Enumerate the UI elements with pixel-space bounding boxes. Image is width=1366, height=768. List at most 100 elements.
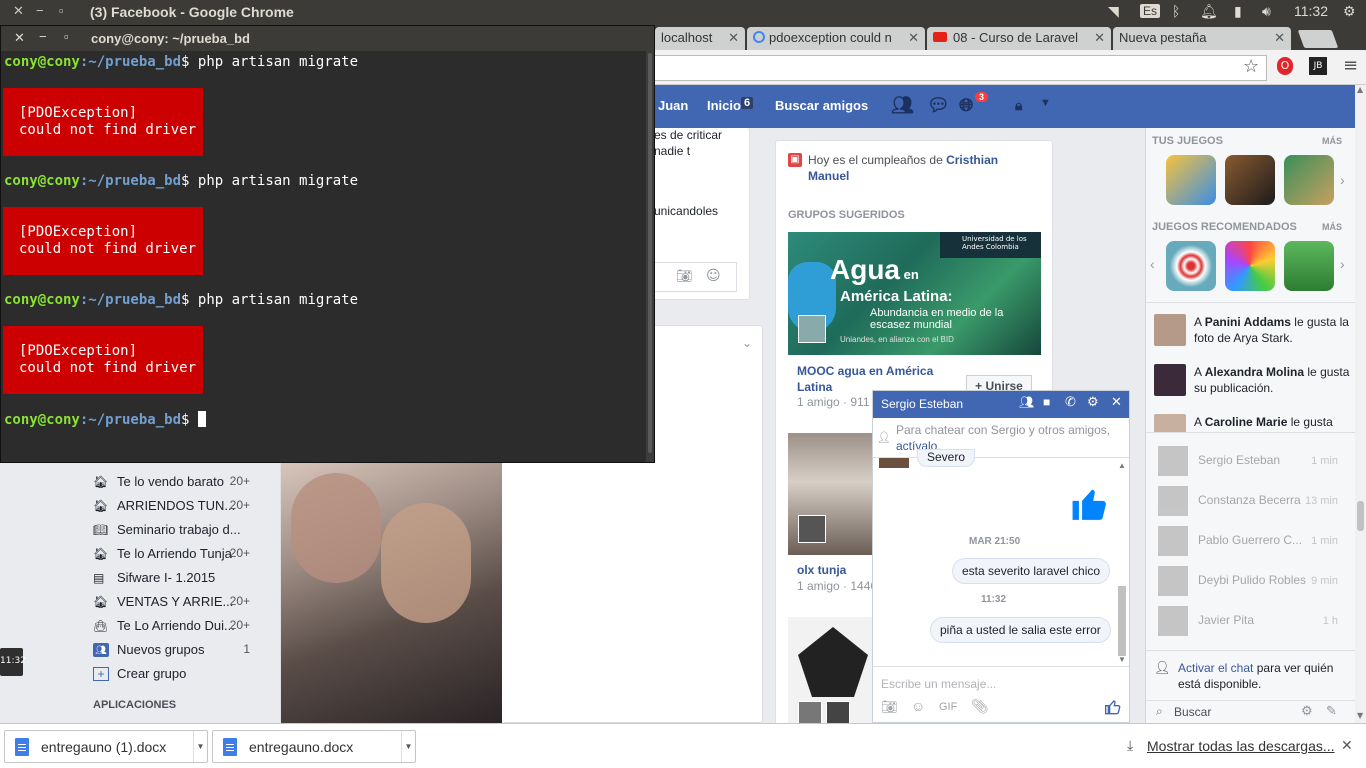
tab-new[interactable]: Nueva pestaña ✕ <box>1113 27 1291 50</box>
chevron-down-icon[interactable]: ⌄ <box>742 336 752 350</box>
video-call-icon[interactable]: ■ <box>1043 395 1050 409</box>
bluetooth-icon[interactable]: ᛒ <box>1172 3 1180 19</box>
group-banner[interactable]: Agua en América Latina: Abundancia en me… <box>788 232 1041 355</box>
bell-icon[interactable]: 🔔︎ <box>1200 3 1218 20</box>
more-games-link[interactable]: MÁS <box>1322 136 1342 146</box>
activate-chat-link[interactable]: Activar el chat <box>1178 661 1253 675</box>
notifications-globe-icon[interactable]: 🌐︎ <box>959 95 973 116</box>
close-icon[interactable]: ✕ <box>1111 394 1122 410</box>
game-tile[interactable] <box>1225 241 1275 291</box>
add-friend-icon[interactable]: 👥︎ <box>1019 395 1034 409</box>
scrollbar-thumb[interactable] <box>648 53 652 453</box>
maximize-icon[interactable]: ▫ <box>59 3 64 18</box>
opera-icon[interactable]: O <box>1277 57 1293 75</box>
terminal-titlebar[interactable]: ✕ − ▫ cony@cony: ~/prueba_bd <box>1 26 654 51</box>
group-item[interactable]: 📖︎ Seminario trabajo d... <box>93 521 263 541</box>
chat-friend[interactable]: Sergio Esteban 1 min <box>1156 444 1346 478</box>
new-tab-button[interactable] <box>1297 30 1339 48</box>
show-all-downloads-link[interactable]: Mostrar todas las descargas... <box>1147 738 1335 754</box>
group-item[interactable]: ▤ Sifware I- 1.2015 <box>93 569 263 589</box>
comment-input[interactable]: 📷︎ ☺ <box>649 262 737 292</box>
tab-pdoexception[interactable]: pdoexception could n ✕ <box>747 27 925 50</box>
chat-scrollbar[interactable]: ▲ ▼ <box>1117 461 1127 666</box>
nav-find-friends[interactable]: Buscar amigos <box>775 98 868 113</box>
chat-friend[interactable]: Constanza Becerra 13 min <box>1156 484 1346 518</box>
volume-icon[interactable]: 🔊︎ <box>1262 3 1271 20</box>
wifi-icon[interactable]: ◥ <box>1108 3 1119 20</box>
messages-icon[interactable]: 💬︎ <box>927 95 950 116</box>
group-item[interactable]: 🏠︎ Te lo Arriendo Tunja 20+ <box>93 545 263 565</box>
close-tab-icon[interactable]: ✕ <box>1094 30 1105 46</box>
new-groups-item[interactable]: 👥︎ Nuevos grupos 1 <box>93 641 263 661</box>
jb-extension-icon[interactable]: JB <box>1309 57 1327 75</box>
chat-header[interactable]: Sergio Esteban 👥︎ ■ ✆ ⚙ ✕ <box>873 391 1129 418</box>
minimize-icon[interactable]: − <box>36 3 44 18</box>
game-tile[interactable] <box>1284 155 1334 205</box>
scrollbar-thumb[interactable] <box>1118 586 1126 656</box>
gif-button[interactable]: GIF <box>939 701 957 713</box>
chevron-left-icon[interactable]: ‹ <box>1150 256 1155 272</box>
post-photo[interactable] <box>281 463 502 724</box>
compose-icon[interactable]: ✎ <box>1326 703 1337 719</box>
scroll-up-arrow[interactable]: ▲ <box>1357 85 1363 94</box>
nav-profile[interactable]: Juan <box>658 98 688 113</box>
create-group-item[interactable]: + Crear grupo <box>93 665 263 685</box>
tab-localhost[interactable]: localhost ✕ <box>655 27 745 50</box>
smiley-icon[interactable]: ☺ <box>911 698 925 714</box>
game-tile[interactable] <box>1284 241 1334 291</box>
group-name-link[interactable]: olx tunja <box>797 563 846 577</box>
group-item[interactable]: 👜︎ Te Lo Arriendo Dui... 20+ <box>93 617 263 637</box>
page-scrollbar[interactable]: ▲ ▼ <box>1355 85 1366 723</box>
gear-icon[interactable]: ⚙ <box>1301 703 1313 719</box>
group-banner[interactable] <box>788 433 878 555</box>
scroll-down-arrow[interactable]: ▼ <box>1118 655 1126 664</box>
star-icon[interactable]: ☆ <box>1243 56 1259 77</box>
group-item[interactable]: 🏠︎ VENTAS Y ARRIE... 20+ <box>93 593 263 613</box>
clock[interactable]: 11:32 <box>1294 3 1328 19</box>
close-tab-icon[interactable]: ✕ <box>728 30 739 46</box>
smiley-icon[interactable]: ☺ <box>706 268 721 284</box>
group-item[interactable]: 🏠︎ Te lo vendo barato 20+ <box>93 473 263 493</box>
search-input[interactable]: Buscar <box>1174 705 1211 719</box>
camera-icon[interactable]: 📷︎ <box>676 269 693 284</box>
chevron-down-icon[interactable]: ▼ <box>401 731 415 762</box>
terminal-scrollbar[interactable] <box>646 51 654 462</box>
keyboard-layout[interactable]: Es <box>1140 4 1161 18</box>
scroll-up-arrow[interactable]: ▲ <box>1118 461 1126 470</box>
chevron-down-icon[interactable]: ▼ <box>193 731 207 762</box>
phone-icon[interactable]: ✆ <box>1065 394 1076 410</box>
group-banner[interactable] <box>788 617 878 727</box>
more-games-link[interactable]: MÁS <box>1322 222 1342 232</box>
close-icon[interactable]: ✕ <box>1341 737 1353 754</box>
close-icon[interactable]: ✕ <box>13 3 24 19</box>
attach-icon[interactable]: 📎︎ <box>971 698 989 715</box>
menu-icon[interactable]: ≡ <box>1343 55 1358 76</box>
chat-friend[interactable]: Pablo Guerrero C... 1 min <box>1156 524 1346 558</box>
close-tab-icon[interactable]: ✕ <box>908 30 919 46</box>
game-tile[interactable] <box>1166 241 1216 291</box>
terminal-output[interactable]: cony@cony:~/prueba_bd$ php artisan migra… <box>1 51 646 462</box>
chat-friend[interactable]: Javier Pita 1 h <box>1156 604 1346 638</box>
like-button-icon[interactable] <box>1105 699 1121 715</box>
message-input[interactable]: Escribe un mensaje... <box>881 677 996 691</box>
friend-requests-icon[interactable]: 👥︎ <box>891 95 914 116</box>
tab-youtube[interactable]: 08 - Curso de Laravel ✕ <box>927 27 1111 50</box>
sidebar-search[interactable]: ⌕ Buscar ⚙ ✎ <box>1146 700 1355 723</box>
game-tile[interactable] <box>1225 155 1275 205</box>
chat-contact-name[interactable]: Sergio Esteban <box>881 397 963 411</box>
maximize-icon[interactable]: ▫ <box>64 29 69 44</box>
address-bar[interactable] <box>655 55 1267 81</box>
nav-home[interactable]: Inicio <box>707 98 741 113</box>
privacy-lock-icon[interactable]: 🔒︎ <box>1015 97 1022 114</box>
chevron-right-icon[interactable]: › <box>1340 172 1345 188</box>
chevron-down-icon[interactable]: ▼ <box>1040 97 1051 109</box>
camera-icon[interactable]: 📷︎ <box>881 699 898 715</box>
gear-icon[interactable]: ⚙ <box>1087 394 1099 410</box>
close-tab-icon[interactable]: ✕ <box>1274 30 1285 46</box>
scroll-down-arrow[interactable]: ▼ <box>1357 711 1363 720</box>
game-tile[interactable] <box>1166 155 1216 205</box>
battery-icon[interactable]: ▮ <box>1234 3 1242 20</box>
close-icon[interactable]: ✕ <box>14 30 25 46</box>
chat-friend[interactable]: Deybi Pulido Robles 9 min <box>1156 564 1346 598</box>
ticker-item[interactable]: A Caroline Marie le gusta <box>1154 414 1354 432</box>
